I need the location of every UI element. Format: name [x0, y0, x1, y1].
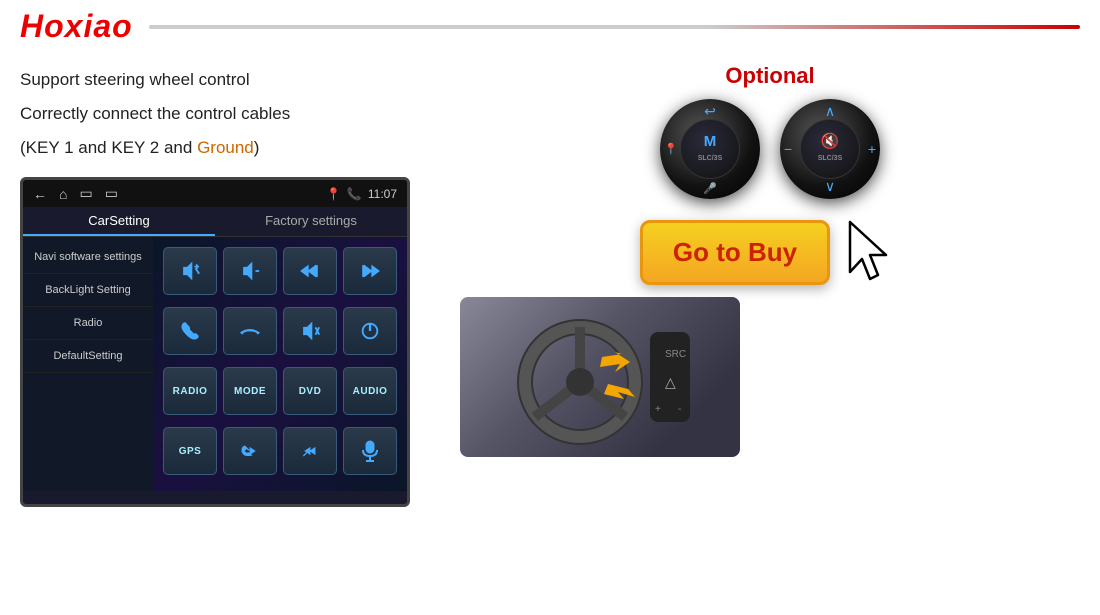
dvd-btn[interactable]: DVD	[283, 367, 337, 415]
cursor-arrow-icon	[840, 217, 900, 287]
prev-call-btn[interactable]	[223, 427, 277, 475]
car-screen-mockup: ← ⌂ ▭ ▭ 📍 📞 11:07 CarSetting Factory set…	[20, 177, 410, 507]
power-btn[interactable]	[343, 307, 397, 355]
audio-btn[interactable]: AUDIO	[343, 367, 397, 415]
vol-down-btn[interactable]	[223, 247, 277, 295]
support-text-2: Correctly connect the control cables	[20, 97, 440, 131]
right-wheel-arrows: ∧ ∨ − +	[780, 99, 880, 199]
main-content: Support steering wheel control Correctly…	[0, 53, 1100, 507]
menu-navi[interactable]: Navi software settings	[23, 241, 153, 274]
go-to-buy-button[interactable]: Go to Buy	[640, 220, 830, 285]
next-btn[interactable]	[343, 247, 397, 295]
right-wheel-arrow-bottom: ∨	[825, 178, 835, 195]
menu-default[interactable]: DefaultSetting	[23, 340, 153, 373]
next-skip-btn[interactable]	[283, 427, 337, 475]
screen-tabs: CarSetting Factory settings	[23, 207, 407, 237]
header-divider	[149, 25, 1080, 29]
svg-text:SRC: SRC	[665, 349, 686, 360]
screen-controls: +	[153, 237, 407, 491]
svg-text:+: +	[655, 404, 661, 415]
steering-photo: SRC △ + -	[460, 297, 740, 457]
mute-btn[interactable]	[283, 307, 337, 355]
prev-btn[interactable]	[283, 247, 337, 295]
screen-menu: Navi software settings BackLight Setting…	[23, 237, 153, 491]
left-controller-wheel: ↩ 🎤 📍 M SLC/3S	[660, 99, 760, 199]
location-icon: 📍	[326, 187, 341, 201]
go-to-buy-container: Go to Buy	[460, 217, 1080, 287]
mode-btn[interactable]: MODE	[223, 367, 277, 415]
ground-text: Ground	[197, 138, 254, 157]
steering-area: SRC △ + -	[460, 297, 1080, 457]
header: Hoxiao	[0, 0, 1100, 53]
screen-topbar: ← ⌂ ▭ ▭ 📍 📞 11:07	[23, 180, 407, 207]
svg-text:△: △	[665, 374, 676, 390]
right-controller-wheel: ∧ ∨ − + 🔇 SLC/3S	[780, 99, 880, 199]
right-wheel-arrow-top: ∧	[825, 103, 835, 120]
svg-text:+: +	[195, 262, 199, 271]
support-text-3: (KEY 1 and KEY 2 and Ground)	[20, 131, 440, 165]
vol-up-btn[interactable]: +	[163, 247, 217, 295]
right-wheel-arrow-right: +	[868, 141, 876, 157]
window-icon[interactable]: ▭	[79, 185, 92, 202]
window2-icon[interactable]: ▭	[105, 185, 118, 202]
clock: 11:07	[368, 187, 397, 201]
right-wheel-arrow-left: −	[784, 141, 792, 157]
steering-wheel-svg: SRC △ + -	[500, 302, 700, 452]
tab-factory[interactable]: Factory settings	[215, 207, 407, 236]
home-icon[interactable]: ⌂	[59, 186, 67, 202]
phone-icon: 📞	[347, 187, 362, 201]
controllers-row: ↩ 🎤 📍 M SLC/3S ∧ ∨ − +	[460, 99, 1080, 199]
call-btn[interactable]	[163, 307, 217, 355]
radio-btn[interactable]: RADIO	[163, 367, 217, 415]
left-section: Support steering wheel control Correctly…	[20, 53, 440, 507]
back-icon[interactable]: ←	[33, 186, 47, 202]
screen-body: Navi software settings BackLight Setting…	[23, 237, 407, 491]
tab-carsetting[interactable]: CarSetting	[23, 207, 215, 236]
hangup-btn[interactable]	[223, 307, 277, 355]
menu-backlight[interactable]: BackLight Setting	[23, 274, 153, 307]
left-wheel-arrow-left: 📍	[664, 143, 678, 156]
left-wheel-arrows: ↩ 🎤 📍	[660, 99, 760, 199]
topbar-right: 📍 📞 11:07	[326, 187, 397, 201]
brand-logo: Hoxiao	[20, 8, 133, 45]
support-text-1: Support steering wheel control	[20, 63, 440, 97]
left-wheel-arrow-bottom: 🎤	[703, 182, 717, 195]
mic-btn[interactable]	[343, 427, 397, 475]
left-wheel-arrow-top: ↩	[704, 103, 716, 120]
right-section: Optional ↩ 🎤 📍 M SLC/3S	[460, 53, 1080, 507]
svg-text:-: -	[678, 404, 681, 415]
optional-label: Optional	[460, 63, 1080, 89]
gps-btn[interactable]: GPS	[163, 427, 217, 475]
menu-radio[interactable]: Radio	[23, 307, 153, 340]
